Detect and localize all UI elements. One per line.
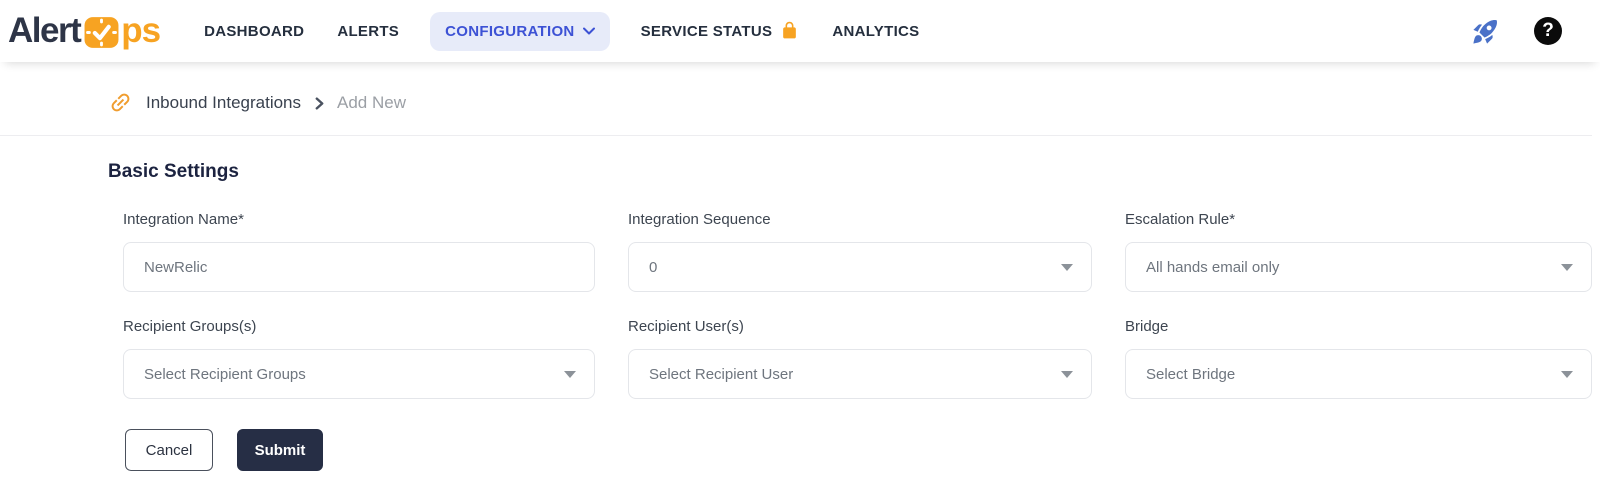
field-recipient-users: Recipient User(s) Select Recipient User: [628, 318, 1092, 399]
recipient-users-label: Recipient User(s): [628, 318, 744, 335]
nav-item-service-status[interactable]: SERVICE STATUS: [639, 12, 802, 51]
recipient-users-select[interactable]: Select Recipient User: [628, 349, 1092, 399]
selected-value: 0: [649, 258, 658, 276]
caret-down-icon: [564, 371, 576, 378]
escalation-rule-select[interactable]: All hands email only: [1125, 242, 1592, 292]
submit-button[interactable]: Submit: [237, 429, 323, 471]
form-actions: Cancel Submit: [125, 429, 1600, 471]
integration-name-label: Integration Name*: [123, 211, 244, 228]
cancel-button[interactable]: Cancel: [125, 429, 213, 471]
caret-down-icon: [1561, 264, 1573, 271]
nav-item-dashboard[interactable]: DASHBOARD: [202, 12, 306, 51]
recipient-groups-select[interactable]: Select Recipient Groups: [123, 349, 595, 399]
breadcrumb-inbound-integrations[interactable]: Inbound Integrations: [146, 93, 301, 113]
field-escalation-rule: Escalation Rule* All hands email only: [1125, 211, 1592, 292]
breadcrumb: Inbound Integrations Add New: [0, 70, 1592, 136]
clock-check-icon: [84, 16, 119, 48]
section-title: Basic Settings: [108, 161, 239, 182]
placeholder-value: Select Recipient User: [649, 365, 794, 383]
placeholder-value: Select Bridge: [1146, 365, 1236, 383]
basic-settings-form: Integration Name* Integration Sequence 0…: [123, 211, 1600, 399]
integration-name-input[interactable]: [123, 242, 595, 292]
rocket-icon[interactable]: [1471, 17, 1500, 46]
caret-down-icon: [1061, 264, 1073, 271]
bridge-select[interactable]: Select Bridge: [1125, 349, 1592, 399]
integration-sequence-select[interactable]: 0: [628, 242, 1092, 292]
nav-item-analytics[interactable]: ANALYTICS: [830, 12, 921, 51]
selected-value: All hands email only: [1146, 258, 1280, 276]
bridge-label: Bridge: [1125, 318, 1169, 335]
breadcrumb-add-new: Add New: [337, 92, 406, 112]
recipient-groups-label: Recipient Groups(s): [123, 318, 257, 335]
help-icon[interactable]: ?: [1534, 17, 1562, 45]
nav-menu: DASHBOARD ALERTS CONFIGURATION SERVICE S…: [202, 11, 921, 51]
placeholder-value: Select Recipient Groups: [144, 365, 306, 383]
field-integration-name: Integration Name*: [123, 211, 595, 292]
lock-icon: [783, 21, 797, 38]
caret-down-icon: [1561, 371, 1573, 378]
link-icon: [111, 93, 130, 112]
caret-down-icon: [1061, 371, 1073, 378]
field-integration-sequence: Integration Sequence 0: [628, 211, 1092, 292]
nav-item-alerts[interactable]: ALERTS: [335, 12, 401, 51]
navbar-right: ?: [1471, 17, 1580, 46]
field-bridge: Bridge Select Bridge: [1125, 318, 1592, 399]
chevron-down-icon: [582, 27, 595, 35]
top-navbar: Alert ps DASHBOARD ALERTS CONFIGURATION …: [0, 0, 1600, 62]
escalation-rule-label: Escalation Rule*: [1125, 211, 1236, 228]
integration-sequence-label: Integration Sequence: [628, 211, 771, 228]
alertops-logo[interactable]: Alert ps: [8, 11, 161, 51]
field-recipient-groups: Recipient Groups(s) Select Recipient Gro…: [123, 318, 595, 399]
logo-text-dark: Alert: [8, 11, 82, 50]
chevron-right-icon: [315, 96, 324, 110]
logo-text-orange: ps: [121, 11, 161, 50]
nav-item-configuration[interactable]: CONFIGURATION: [430, 11, 610, 51]
